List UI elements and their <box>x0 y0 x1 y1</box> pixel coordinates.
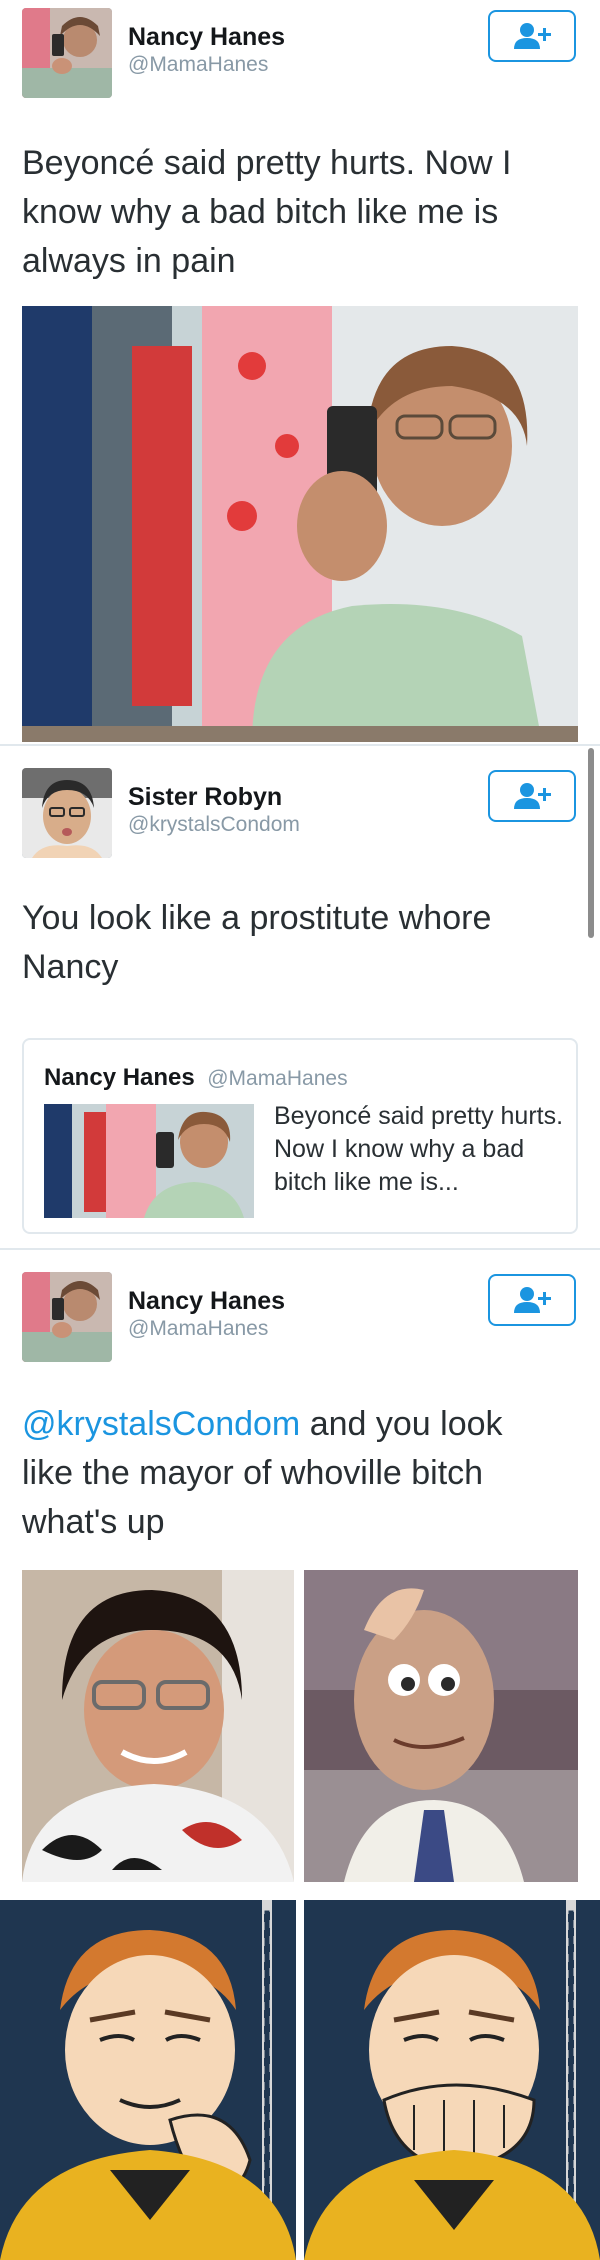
follow-add-user-icon <box>514 783 551 809</box>
follow-button[interactable] <box>488 10 576 62</box>
avatar-image <box>22 768 112 858</box>
follow-add-user-icon <box>514 1287 551 1313</box>
avatar[interactable] <box>22 768 112 858</box>
tweet-photo[interactable] <box>22 306 578 742</box>
follow-add-user-icon <box>514 23 551 49</box>
username[interactable]: @MamaHanes <box>128 1317 268 1341</box>
quoted-photo-image <box>44 1104 254 1218</box>
mention-link[interactable]: @krystalsCondom <box>22 1405 300 1443</box>
tweet-text: Beyoncé said pretty hurts. Now I know wh… <box>22 144 512 280</box>
avatar-image <box>22 1272 112 1362</box>
cartoon-hand-over-mouth-image <box>304 1900 600 2260</box>
tweet-1: Nancy Hanes @MamaHanes Beyoncé said pret… <box>0 0 600 744</box>
cartoon-hand-on-chin-image <box>0 1900 296 2260</box>
tweet-text: You look like a prostitute whore Nancy <box>22 899 492 986</box>
tweet-photo-left[interactable] <box>22 1570 294 1882</box>
scrollbar-thumb[interactable] <box>588 748 594 938</box>
username[interactable]: @krystalsCondom <box>128 813 300 837</box>
quoted-username: @MamaHanes <box>207 1067 348 1090</box>
display-name[interactable]: Nancy Hanes <box>128 23 285 52</box>
display-name[interactable]: Nancy Hanes <box>128 1287 285 1316</box>
follow-button[interactable] <box>488 1274 576 1326</box>
woman-selfie-image <box>22 1570 294 1882</box>
display-name[interactable]: Sister Robyn <box>128 783 282 812</box>
tweet-3: Nancy Hanes @MamaHanes @krystalsCondom a… <box>0 1250 600 1890</box>
tweet-2: Sister Robyn @krystalsCondom You look li… <box>0 746 600 1248</box>
tweet-photo-right[interactable] <box>304 1570 578 1882</box>
quoted-display-name: Nancy Hanes <box>44 1064 195 1091</box>
mayor-of-whoville-image <box>304 1570 578 1882</box>
avatar[interactable] <box>22 8 112 98</box>
mirror-selfie-image <box>22 306 578 742</box>
meme-panel-right <box>304 1900 600 2260</box>
quoted-tweet[interactable]: Nancy Hanes @MamaHanes Beyoncé said pret… <box>22 1038 578 1234</box>
quoted-text: Beyoncé said pretty hurts. Now I know wh… <box>274 1102 564 1196</box>
follow-button[interactable] <box>488 770 576 822</box>
username[interactable]: @MamaHanes <box>128 53 268 77</box>
tweet-text: @krystalsCondom and you look like the ma… <box>22 1400 562 1547</box>
avatar[interactable] <box>22 1272 112 1362</box>
avatar-image <box>22 8 112 98</box>
meme-panel-left <box>0 1900 296 2260</box>
quoted-thumbnail <box>44 1104 254 1218</box>
